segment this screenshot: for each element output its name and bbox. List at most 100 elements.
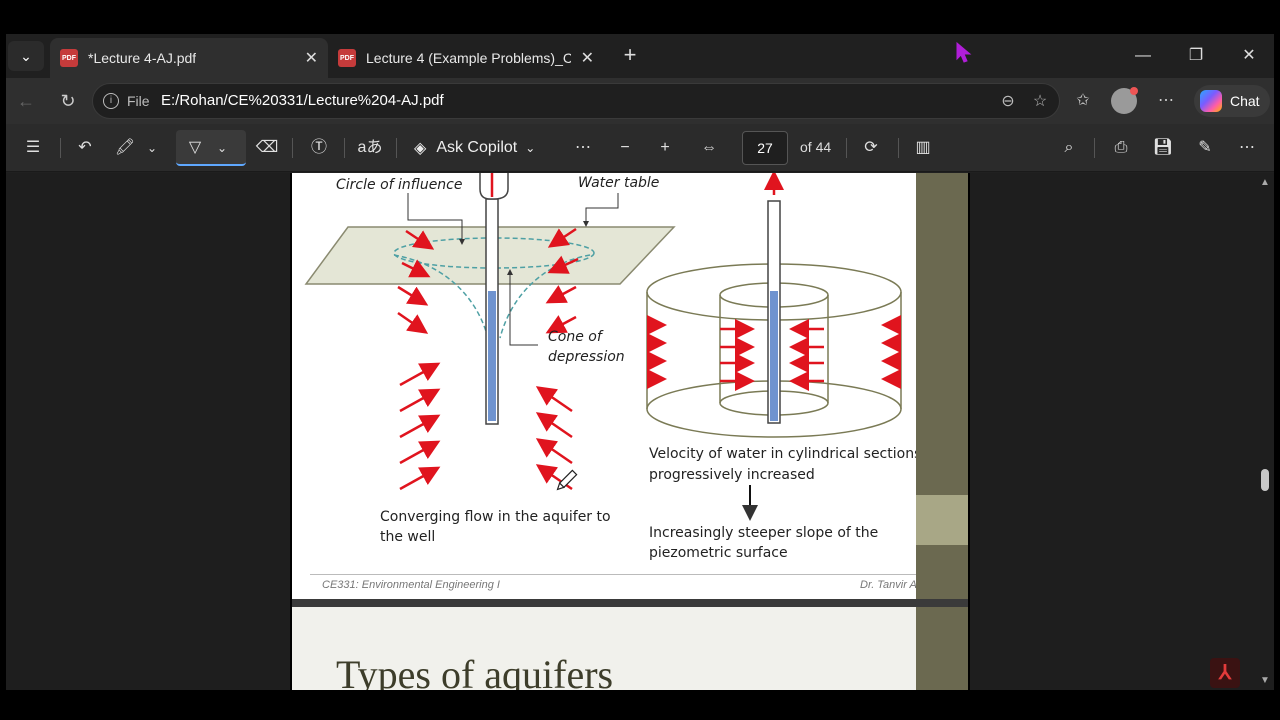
- tab-strip: ⌄ PDF *Lecture 4-AJ.pdf ✕ PDF Lecture 4 …: [6, 34, 1274, 78]
- draw-pen-icon[interactable]: ▽: [182, 135, 208, 161]
- fit-to-width-icon[interactable]: ⇔: [696, 135, 722, 161]
- undo-icon[interactable]: ↶: [72, 135, 98, 161]
- scroll-up-icon[interactable]: ▲: [1260, 177, 1270, 188]
- back-button[interactable]: ←: [12, 88, 40, 114]
- info-icon[interactable]: i: [103, 93, 119, 109]
- rotate-icon[interactable]: ⟳: [858, 135, 884, 161]
- page-border-left: [290, 173, 292, 690]
- pdf-page-27: Circle of influence Water table Cone of …: [290, 173, 970, 599]
- close-icon: ✕: [1242, 47, 1256, 64]
- converging-text-1: Converging flow in the aquifer to: [380, 509, 611, 525]
- tab-lecture-4-aj[interactable]: PDF *Lecture 4-AJ.pdf ✕: [50, 38, 328, 78]
- search-icon[interactable]: ⌕: [1056, 135, 1082, 161]
- more-tools-icon[interactable]: ⋯: [570, 135, 596, 161]
- well-water: [488, 291, 496, 421]
- ask-copilot-label: Ask Copilot: [436, 139, 518, 156]
- ask-copilot-button[interactable]: ◈ Ask Copilot ⌄: [414, 135, 535, 161]
- divider: [846, 138, 847, 158]
- url-text[interactable]: E:/Rohan/CE%20331/Lecture%204-AJ.pdf: [161, 92, 444, 109]
- chevron-down-icon[interactable]: ⌄: [214, 135, 230, 161]
- close-tab-icon[interactable]: ✕: [581, 48, 594, 68]
- page-border-right: [968, 173, 970, 690]
- label-water-table: Water table: [578, 175, 660, 191]
- print-icon[interactable]: ⎙: [1108, 135, 1134, 161]
- chevron-down-icon: ⌄: [20, 47, 32, 64]
- next-slide-title: Types of aquifers: [336, 652, 614, 690]
- well-pump: [479, 173, 509, 200]
- slide-side-highlight: [916, 495, 970, 545]
- zoom-out-icon[interactable]: ⊖: [997, 91, 1019, 113]
- mouse-cursor-icon: [956, 42, 972, 63]
- copilot-icon: [1200, 90, 1222, 112]
- screen: ⌄ PDF *Lecture 4-AJ.pdf ✕ PDF Lecture 4 …: [0, 0, 1280, 720]
- footer-rule: [310, 574, 940, 575]
- zoom-in-icon[interactable]: +: [652, 135, 678, 161]
- close-tab-icon[interactable]: ✕: [305, 48, 318, 68]
- zoom-out-icon[interactable]: −: [612, 135, 638, 161]
- scroll-down-icon[interactable]: ▼: [1260, 675, 1270, 686]
- close-window-button[interactable]: ✕: [1229, 42, 1269, 70]
- divider: [396, 138, 397, 158]
- label-depression: depression: [548, 349, 625, 365]
- text-box-icon[interactable]: Ⓣ: [306, 135, 332, 161]
- address-row: ← ↻ i File E:/Rohan/CE%20331/Lecture%204…: [6, 78, 1274, 124]
- refresh-icon: ↻: [60, 91, 76, 111]
- page-gap: [290, 599, 970, 607]
- converging-text-2: the well: [380, 529, 436, 545]
- profile-avatar[interactable]: [1111, 87, 1138, 114]
- steeper-text-1: Increasingly steeper slope of the: [649, 525, 879, 541]
- chat-label: Chat: [1230, 93, 1260, 109]
- restore-icon: ❐: [1188, 47, 1204, 64]
- refresh-button[interactable]: ↻: [54, 88, 82, 114]
- slide-side-bar: [916, 173, 970, 599]
- restore-button[interactable]: ❐: [1176, 42, 1216, 70]
- divider: [292, 138, 293, 158]
- page-view-icon[interactable]: ▥: [910, 135, 936, 161]
- tab-title: Lecture 4 (Example Problems)_CE: [366, 50, 571, 66]
- plus-icon: +: [623, 42, 637, 67]
- chevron-down-icon[interactable]: ⌄: [144, 135, 160, 161]
- tab-title: *Lecture 4-AJ.pdf: [88, 50, 197, 66]
- save-as-icon[interactable]: ✎: [1192, 135, 1218, 161]
- slide-side-bar: [916, 607, 970, 690]
- vertical-scrollbar[interactable]: ▲ ▼: [1256, 173, 1274, 690]
- highlight-icon[interactable]: 🖍: [112, 135, 138, 161]
- divider: [898, 138, 899, 158]
- more-options-icon[interactable]: ⋯: [1234, 135, 1260, 161]
- acrobat-icon[interactable]: ⅄: [1210, 658, 1240, 688]
- velocity-text-1: Velocity of water in cylindrical section…: [649, 446, 937, 462]
- velocity-text-2: progressively increased: [649, 467, 815, 483]
- label-cone-of: Cone of: [548, 329, 602, 345]
- page-number-input[interactable]: 27: [742, 131, 788, 165]
- copilot-chat-button[interactable]: Chat: [1194, 85, 1270, 117]
- contents-icon[interactable]: ☰: [20, 135, 46, 161]
- tab-lecture-4-examples[interactable]: PDF Lecture 4 (Example Problems)_CE ✕: [328, 38, 604, 78]
- favorites-icon[interactable]: ✩: [1070, 88, 1096, 114]
- pdf-viewer[interactable]: Circle of influence Water table Cone of …: [6, 173, 1274, 690]
- minimize-button[interactable]: —: [1123, 42, 1163, 70]
- pdf-toolbar: ☰ ↶ 🖍 ⌄ ▽ ⌄ ⌫ Ⓣ aあ ◈ Ask Copilot ⌄ ⋯ − +…: [6, 124, 1274, 172]
- browser-window: ⌄ PDF *Lecture 4-AJ.pdf ✕ PDF Lecture 4 …: [6, 34, 1274, 690]
- more-options-icon[interactable]: ⋯: [1153, 88, 1179, 114]
- scroll-thumb[interactable]: [1261, 469, 1269, 491]
- chevron-down-icon: ⌄: [525, 141, 536, 155]
- steeper-text-2: piezometric surface: [649, 545, 788, 561]
- new-tab-button[interactable]: +: [618, 44, 642, 68]
- footer-course: CE331: Environmental Engineering I: [322, 579, 500, 591]
- eraser-icon[interactable]: ⌫: [254, 135, 280, 161]
- address-bar[interactable]: i File E:/Rohan/CE%20331/Lecture%204-AJ.…: [92, 83, 1060, 119]
- file-label: File: [127, 93, 150, 109]
- well-water-right: [770, 291, 778, 421]
- favorite-star-icon[interactable]: ☆: [1029, 91, 1051, 113]
- divider: [60, 138, 61, 158]
- divider: [344, 138, 345, 158]
- read-aloud-icon[interactable]: aあ: [356, 135, 384, 161]
- label-circle-of-influence: Circle of influence: [336, 177, 463, 193]
- pdf-page-28: Types of aquifers: [290, 607, 970, 690]
- divider: [1094, 138, 1095, 158]
- minimize-icon: —: [1135, 47, 1151, 64]
- save-icon[interactable]: 💾︎: [1150, 135, 1176, 161]
- page-total: of 44: [800, 139, 832, 155]
- tab-actions-menu-button[interactable]: ⌄: [8, 41, 44, 71]
- pdf-icon: PDF: [60, 49, 78, 67]
